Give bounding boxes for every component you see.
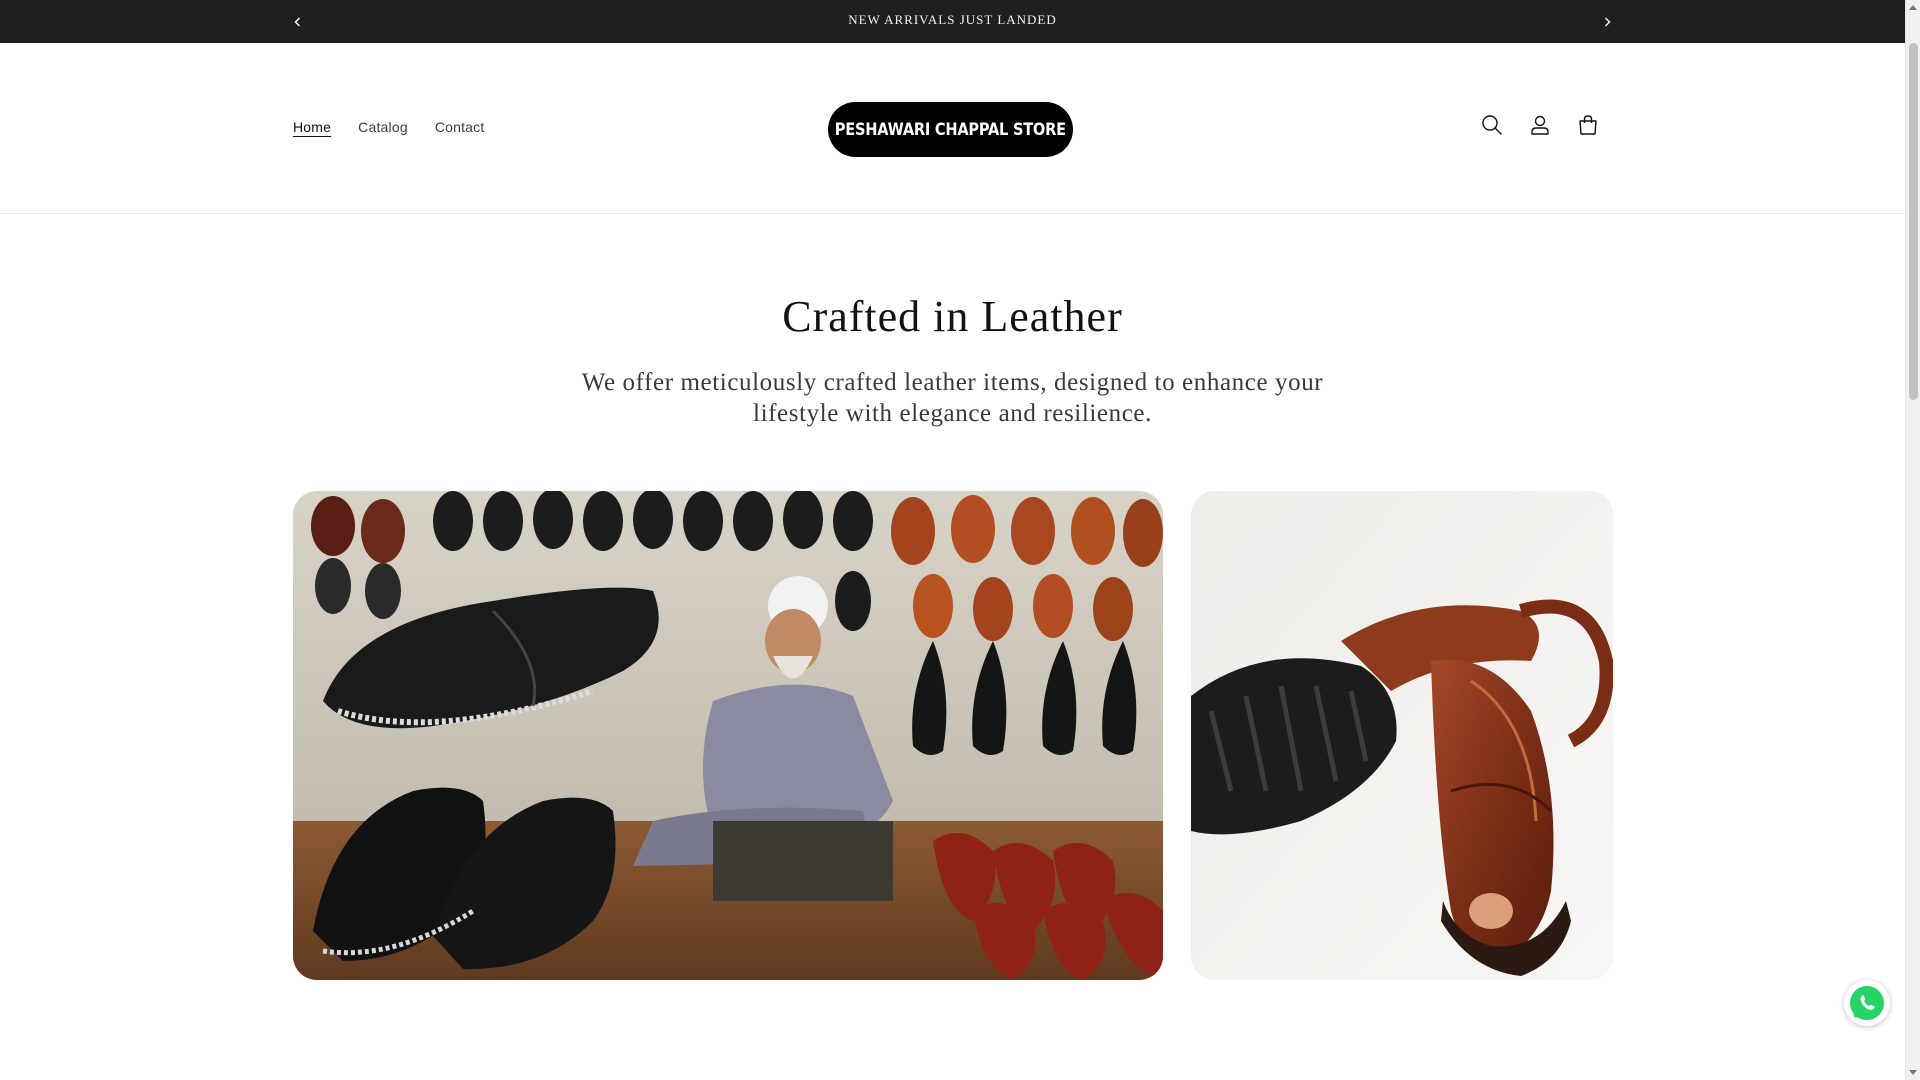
main-nav: Home Catalog Contact (293, 119, 484, 135)
cart-icon (1579, 115, 1597, 135)
scroll-up-icon[interactable] (1909, 5, 1917, 10)
whatsapp-button[interactable] (1844, 980, 1890, 1026)
scrollbar-thumb[interactable] (1909, 43, 1918, 400)
chevron-right-icon (1604, 17, 1611, 27)
page: NEW ARRIVALS JUST LANDED Home Catalog Co… (0, 0, 1920, 1080)
nav-contact[interactable]: Contact (435, 119, 485, 135)
site-header: Home Catalog Contact PESHAWARI CHAPPAL S… (0, 43, 1905, 214)
cart-button[interactable] (1574, 111, 1602, 139)
brown-chappal-illustration (1191, 491, 1613, 980)
account-button[interactable] (1526, 111, 1554, 139)
nav-catalog[interactable]: Catalog (358, 119, 408, 135)
header-icons (1478, 111, 1602, 139)
logo-text: PESHAWARI CHAPPAL STORE (834, 119, 1067, 140)
nav-home[interactable]: Home (293, 119, 331, 135)
workshop-illustration (293, 491, 1163, 980)
account-icon (1531, 115, 1549, 135)
search-icon (1482, 115, 1502, 135)
announcement-text: NEW ARRIVALS JUST LANDED (848, 12, 1057, 27)
workshop-image[interactable] (293, 491, 1163, 980)
page-scrollbar[interactable] (1905, 0, 1920, 1080)
hero-subtitle: We offer meticulously crafted leather it… (581, 369, 1324, 427)
brown-chappal-image[interactable] (1191, 491, 1613, 980)
announcement-next-button[interactable] (1595, 10, 1619, 34)
announcement-bar: NEW ARRIVALS JUST LANDED (0, 0, 1905, 43)
hero-title: Crafted in Leather (782, 292, 1123, 341)
store-logo[interactable]: PESHAWARI CHAPPAL STORE (828, 102, 1073, 157)
scroll-down-icon[interactable] (1909, 1070, 1917, 1075)
search-button[interactable] (1478, 111, 1506, 139)
whatsapp-icon (1850, 986, 1884, 1020)
